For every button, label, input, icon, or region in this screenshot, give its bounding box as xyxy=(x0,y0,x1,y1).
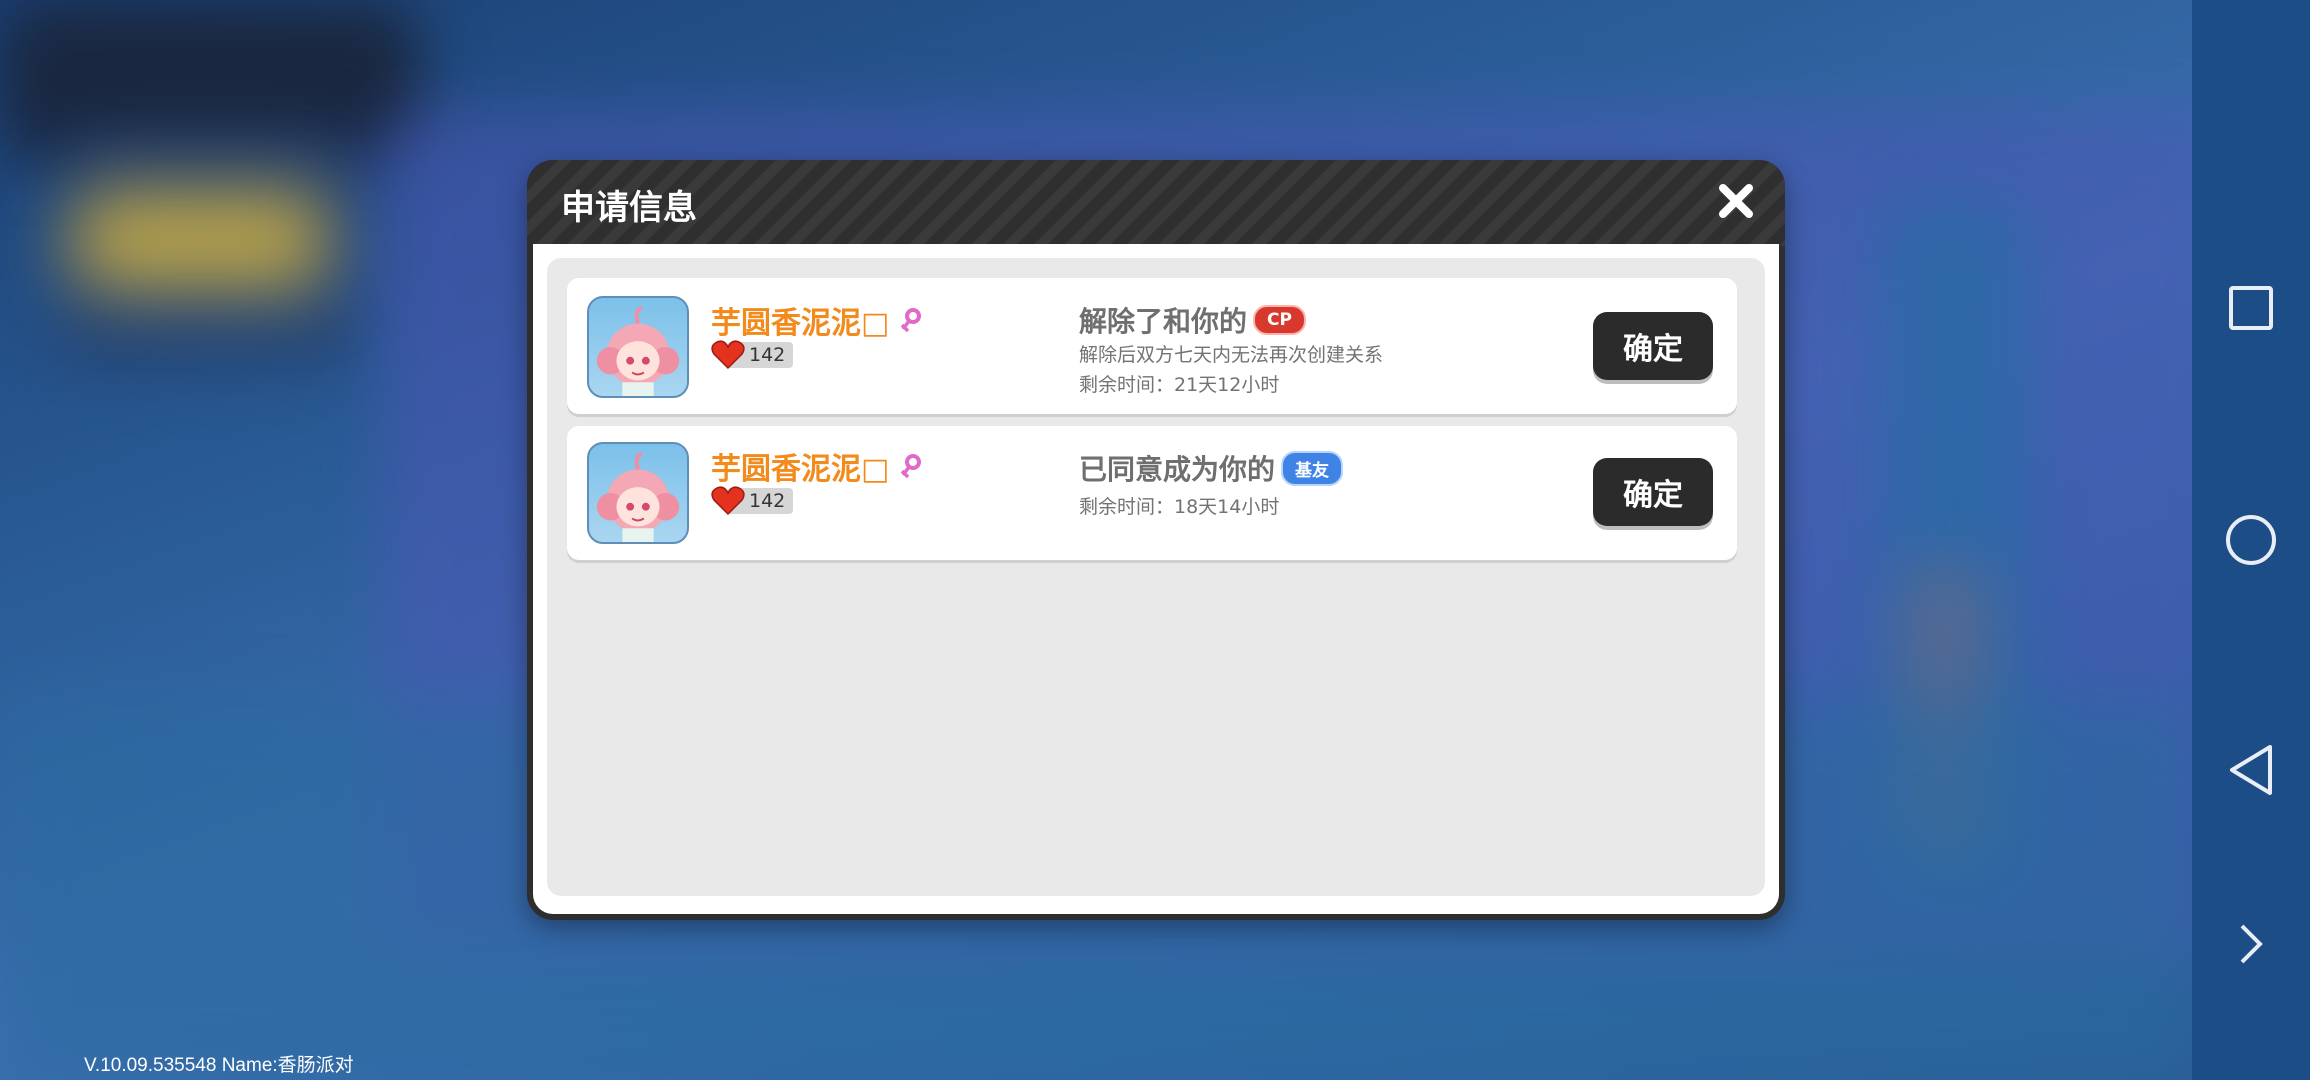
avatar[interactable] xyxy=(587,296,689,398)
heart-icon xyxy=(711,486,745,516)
chevron-right-icon xyxy=(2240,924,2263,964)
request-row: 芋圆香泥泥□ 142 解除了和你的 CP 解除后双方七天内无法再次创建关系 剩余… xyxy=(567,278,1737,414)
version-label: V.10.09.535548 Name:香肠派对 xyxy=(84,1055,354,1076)
expand-button[interactable] xyxy=(2192,904,2310,984)
recent-apps-button[interactable] xyxy=(2192,268,2310,348)
relationship-tag-jiyou: 基友 xyxy=(1281,450,1344,486)
close-icon xyxy=(1719,184,1753,218)
female-gender-icon xyxy=(899,307,923,343)
request-row: 芋圆香泥泥□ 142 已同意成为你的 基友 剩余时间：18天14小时 确定 xyxy=(567,426,1737,560)
request-info-dialog: 申请信息 芋圆香泥泥□ 142 解除了和你的 CP 解除后双方七天内无法再次创建… xyxy=(527,160,1785,920)
request-detail: 解除后双方七天内无法再次创建关系 xyxy=(1079,344,1384,366)
triangle-back-icon xyxy=(2230,745,2272,795)
confirm-button[interactable]: 确定 xyxy=(1593,312,1713,380)
remaining-time: 剩余时间：21天12小时 xyxy=(1079,374,1280,396)
back-button[interactable] xyxy=(2192,730,2310,810)
home-button[interactable] xyxy=(2192,500,2310,580)
dialog-body: 芋圆香泥泥□ 142 解除了和你的 CP 解除后双方七天内无法再次创建关系 剩余… xyxy=(533,244,1779,914)
relationship-tag-cp: CP xyxy=(1253,305,1306,335)
popularity-badge: 142 xyxy=(711,486,794,516)
circle-icon xyxy=(2226,515,2276,565)
username: 芋圆香泥泥□ xyxy=(711,444,923,489)
female-gender-icon xyxy=(899,453,923,489)
system-navigation-bar xyxy=(2192,0,2310,1080)
character-avatar-icon xyxy=(596,305,680,396)
character-avatar-icon xyxy=(596,451,680,542)
heart-icon xyxy=(711,340,745,370)
confirm-button[interactable]: 确定 xyxy=(1593,458,1713,526)
request-message: 解除了和你的 CP xyxy=(1079,300,1306,340)
remaining-time: 剩余时间：18天14小时 xyxy=(1079,496,1280,518)
request-message: 已同意成为你的 基友 xyxy=(1079,448,1344,488)
dialog-header: 申请信息 xyxy=(527,160,1785,246)
close-button[interactable] xyxy=(1713,178,1759,224)
avatar[interactable] xyxy=(587,442,689,544)
dialog-title: 申请信息 xyxy=(561,188,697,228)
popularity-badge: 142 xyxy=(711,340,794,370)
square-icon xyxy=(2229,286,2273,330)
request-list: 芋圆香泥泥□ 142 解除了和你的 CP 解除后双方七天内无法再次创建关系 剩余… xyxy=(547,258,1765,896)
username: 芋圆香泥泥□ xyxy=(711,298,923,343)
